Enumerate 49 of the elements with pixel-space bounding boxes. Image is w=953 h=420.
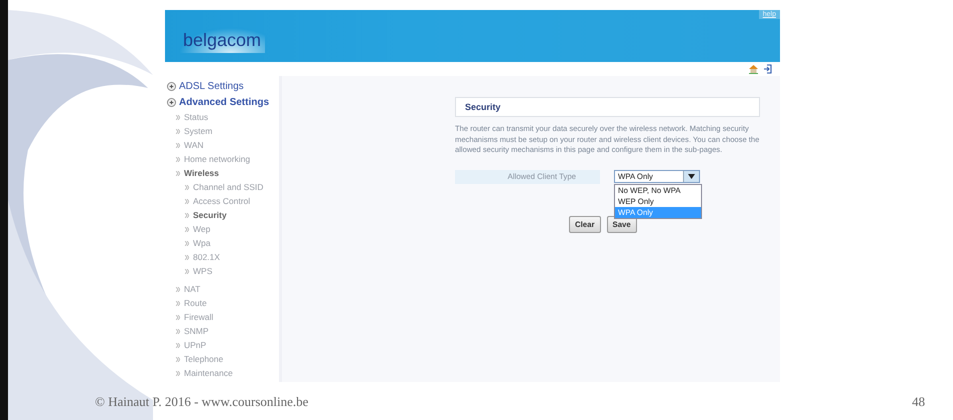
chevron-icon (176, 356, 180, 362)
chevron-icon (185, 240, 189, 246)
sidebar-item[interactable]: UPnP (184, 340, 206, 350)
sidebar-item[interactable]: Wireless (184, 168, 219, 178)
chevron-icon (185, 254, 189, 260)
chevron-icon (176, 142, 180, 148)
sidebar-item[interactable]: NAT (184, 284, 200, 294)
chevron-icon (176, 286, 180, 292)
sidebar-section[interactable]: ADSL Settings (179, 80, 244, 92)
chevron-icon (176, 156, 180, 162)
expand-icon[interactable] (167, 82, 176, 90)
logout-icon[interactable] (763, 64, 772, 74)
chevron-icon (176, 370, 180, 376)
sidebar-item[interactable]: SNMP (184, 326, 209, 336)
sidebar-item[interactable]: Channel and SSID (193, 182, 264, 192)
sidebar-item[interactable]: Wpa (193, 238, 210, 248)
caret-icon[interactable] (683, 171, 699, 182)
sidebar-item[interactable]: 802.1X (193, 252, 220, 262)
chevron-icon (185, 184, 189, 190)
sidebar-item[interactable]: Telephone (184, 354, 224, 364)
home-icon[interactable] (748, 64, 759, 74)
chevron-icon (176, 314, 180, 320)
sidebar-item[interactable]: Wep (193, 224, 210, 234)
sidebar-item[interactable]: System (184, 126, 212, 136)
chevron-icon (176, 128, 180, 134)
sidebar-item[interactable]: Security (193, 210, 227, 220)
chevron-icon (176, 328, 180, 334)
sidebar-section[interactable]: Advanced Settings (179, 96, 270, 108)
sidebar-item[interactable]: Firewall (184, 312, 214, 322)
chevron-icon (185, 198, 189, 204)
sidebar-item[interactable]: WPS (193, 266, 212, 276)
sidebar-item[interactable]: Access Control (193, 196, 250, 206)
chevron-icon (176, 170, 180, 176)
page-number: 48 (912, 394, 925, 410)
copyright-text: © Hainaut P. 2016 - www.coursonline.be (95, 394, 308, 410)
chevron-icon (185, 212, 189, 218)
chevron-icon (176, 300, 180, 306)
chevron-icon (176, 342, 180, 348)
sidebar-item[interactable]: Route (184, 298, 207, 308)
chevron-icon (185, 268, 189, 274)
sidebar-item[interactable]: Maintenance (184, 368, 233, 378)
sidebar-item[interactable]: Status (184, 112, 208, 122)
section-title: Security (465, 102, 501, 112)
expand-icon[interactable] (167, 98, 176, 106)
logo: belgacom (179, 28, 266, 53)
sidebar-item[interactable]: WAN (184, 140, 204, 150)
chevron-icon (185, 226, 189, 232)
sidebar-item[interactable]: Home networking (184, 154, 250, 164)
chevron-icon (176, 114, 180, 120)
